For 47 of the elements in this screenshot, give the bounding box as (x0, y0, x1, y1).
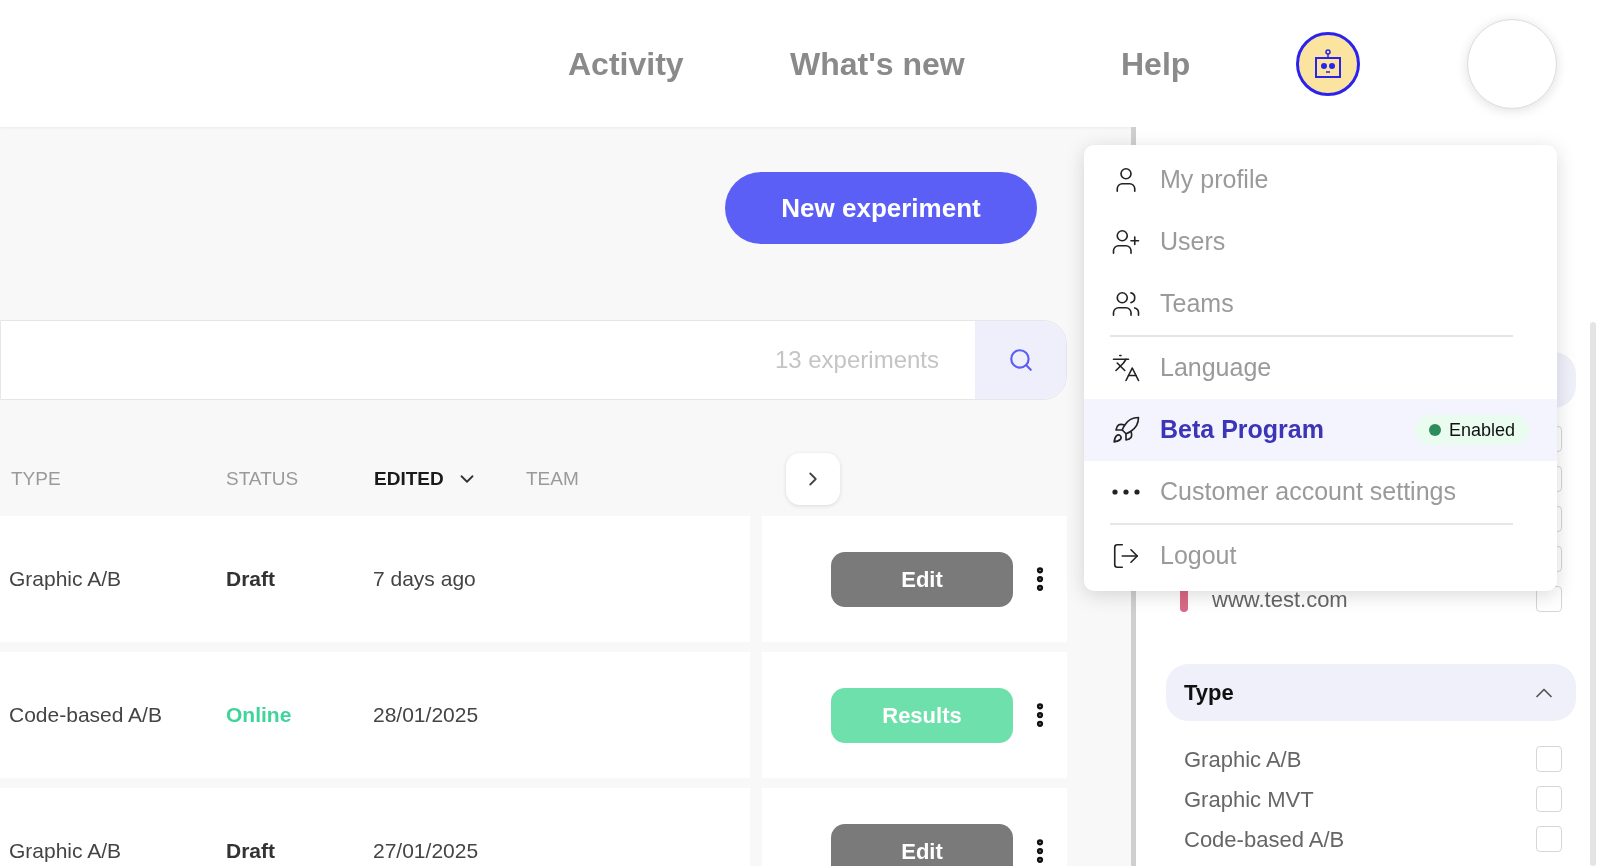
edited-cell-text: 27/01/2025 (373, 838, 479, 865)
column-header[interactable]: STATUS (226, 464, 299, 494)
results-button[interactable]: Results (831, 687, 1013, 743)
site-label: www.test.com (1212, 585, 1348, 614)
user-plus-icon (1111, 227, 1141, 257)
badge-label: Enabled (1448, 418, 1515, 442)
edited-cell-text: 7 days ago (373, 566, 476, 593)
robot-icon (1314, 48, 1342, 79)
nav-link[interactable]: What's new (790, 45, 965, 82)
menu-item[interactable]: Teams (1084, 273, 1557, 335)
menu-item[interactable]: Beta Program Enabled (1084, 399, 1557, 461)
menu-item[interactable]: Customer account settings (1084, 461, 1557, 523)
menu-item[interactable]: My profile (1084, 149, 1557, 211)
status-cell-text: Online (226, 702, 293, 729)
checkbox[interactable] (1536, 786, 1562, 812)
edited-cell-text: 28/01/2025 (373, 702, 479, 729)
status-cell-text: Draft (226, 566, 276, 593)
column-header[interactable]: TEAM (526, 464, 579, 494)
scroll-right-button[interactable] (786, 453, 840, 505)
rocket-icon (1111, 415, 1141, 445)
users-icon (1111, 289, 1141, 319)
type-cell-text: Code-based A/B (8, 702, 163, 729)
menu-item[interactable]: Logout (1084, 525, 1557, 587)
type-cell-text: Graphic A/B (8, 566, 123, 593)
nav-link[interactable]: Help (1121, 45, 1191, 82)
translate-icon (1111, 353, 1141, 383)
type-option-label: Graphic A/B (1184, 745, 1302, 774)
menu-item[interactable]: Users (1084, 211, 1557, 273)
column-header[interactable]: TYPE (11, 464, 61, 494)
edit-button[interactable]: Edit (831, 551, 1013, 607)
type-option-label: Graphic MVT (1184, 785, 1314, 814)
search-icon (1007, 347, 1034, 373)
scrollbar[interactable] (1590, 322, 1596, 866)
edit-button[interactable]: Edit (831, 823, 1013, 866)
menu-item[interactable]: Language (1084, 337, 1557, 399)
new-experiment-button[interactable]: New experiment (725, 172, 1037, 244)
logout-icon (1111, 541, 1141, 571)
dots-icon (1112, 489, 1140, 495)
type-option-label: Code-based A/B (1184, 825, 1345, 854)
type-cell-text: Graphic A/B (8, 838, 123, 865)
search-button[interactable] (975, 321, 1066, 399)
status-cell-text: Draft (226, 838, 276, 865)
type-section-header[interactable]: Type (1166, 664, 1576, 721)
nav-link[interactable]: Activity (568, 45, 684, 82)
checkbox[interactable] (1536, 746, 1562, 772)
column-header[interactable]: EDITED (374, 464, 444, 494)
checkbox[interactable] (1536, 826, 1562, 852)
